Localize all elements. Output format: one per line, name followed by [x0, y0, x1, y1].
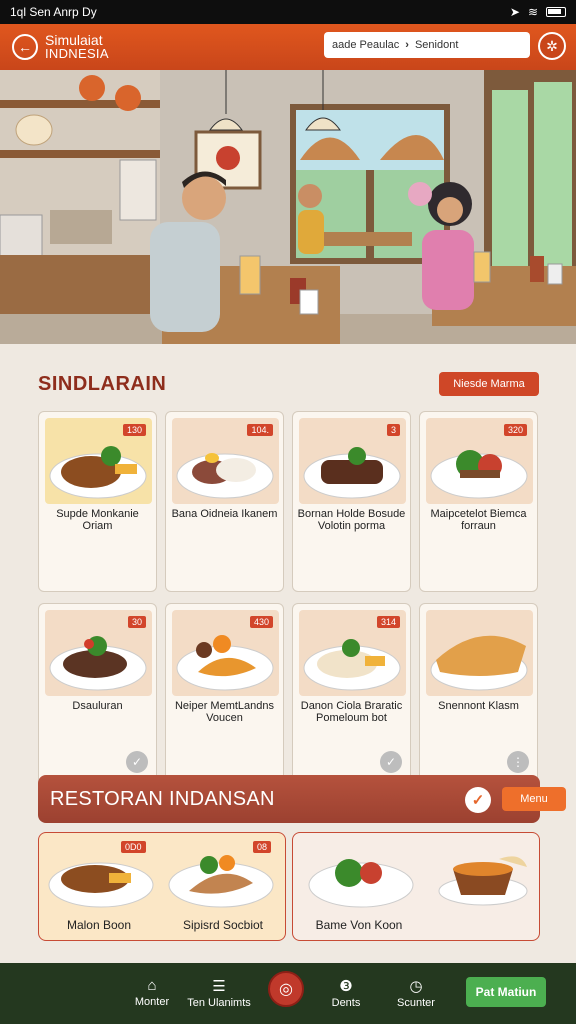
bottom-nav: ⌂ Monter ☰ Ten Ulanimts ◎ ❸ Dents ◷ Scun… — [0, 963, 576, 1024]
price-badge: 430 — [249, 616, 273, 628]
menu-item-name: Snennont Klasm — [438, 700, 519, 712]
price-badge: 30 — [127, 616, 146, 628]
status-icons: ➤ ≋ — [510, 5, 566, 19]
hero-illustration — [0, 70, 576, 344]
status-bar: 1ql Sen Anrp Dy ➤ ≋ — [0, 0, 576, 24]
home-icon: ⌂ — [147, 977, 157, 994]
restaurant-card[interactable]: 0D0 08 Malon Boon Sipisrd Socbiot — [38, 832, 286, 941]
restaurant-title: RESTORAN INDANSAN — [50, 787, 275, 810]
price-badge: 314 — [376, 616, 400, 628]
see-all-button[interactable]: Niesde Marma — [439, 372, 539, 396]
dish-caption: Bame Von Koon — [315, 918, 403, 932]
nav-item-ten-ulanimts[interactable]: ☰ Ten Ulanimts — [186, 977, 252, 1009]
target-icon: ◎ — [279, 981, 293, 998]
battery-icon — [546, 7, 566, 17]
nav-item-dents[interactable]: ❸ Dents — [326, 977, 366, 1009]
clock-icon: ◷ — [409, 978, 423, 995]
nav-label: Ten Ulanimts — [187, 997, 251, 1009]
menu-button[interactable]: Menu — [502, 787, 566, 811]
nav-label: Dents — [331, 997, 361, 1009]
price-badge: 320 — [503, 424, 527, 436]
settings-button[interactable]: ✲ — [538, 32, 566, 60]
brand-subtitle: INDNESIA — [45, 46, 109, 61]
dish-caption: Malon Boon — [66, 918, 132, 932]
menu-card[interactable]: Snennont Klasm ⋮ — [419, 603, 538, 784]
wifi-icon: ≋ — [527, 5, 538, 19]
more-icon[interactable]: ⋮ — [507, 751, 529, 773]
menu-item-name: Supde Monkanie Oriam — [56, 508, 139, 532]
menu-item-name: Bana Oidneia Ikanem — [171, 508, 278, 520]
chevron-right-icon: › — [405, 39, 409, 51]
price-badge: 0D0 — [121, 841, 146, 853]
dish-caption: Sipisrd Socbiot — [182, 918, 264, 932]
food-image — [308, 856, 528, 908]
brand-name: Simulaiat — [45, 32, 103, 48]
menu-card[interactable]: 314 Danon Ciola Braratic Pomeloum bot ✓ — [292, 603, 411, 784]
menu-item-name: Danon Ciola Braratic Pomeloum bot — [300, 700, 403, 724]
restaurant-scene-image — [0, 70, 576, 344]
food-image — [426, 610, 533, 696]
menu-item-name: Maipcetelot Biemca forraun — [430, 508, 527, 532]
price-badge: 104. — [247, 424, 273, 436]
menu-card[interactable]: 430 Neiper MemtLandns Voucen — [165, 603, 284, 784]
location-icon: ➤ — [509, 5, 520, 19]
pin-icon: ❸ — [339, 978, 353, 995]
target-button[interactable]: ◎ — [268, 971, 304, 1007]
check-icon[interactable]: ✓ — [126, 751, 148, 773]
nav-label: Monter — [134, 996, 170, 1008]
food-image — [48, 855, 274, 908]
list-icon: ☰ — [212, 978, 226, 995]
menu-card[interactable]: 30 Dsauluran ✓ — [38, 603, 157, 784]
price-badge: 3 — [386, 424, 400, 436]
status-time: 1ql Sen Anrp Dy — [10, 5, 97, 19]
back-icon[interactable]: ← — [12, 34, 38, 60]
menu-card[interactable]: 3 Bornan Holde Bosude Volotin porma — [292, 411, 411, 592]
menu-item-name: Neiper MemtLandns Voucen — [174, 700, 275, 724]
check-icon[interactable]: ✓ — [380, 751, 402, 773]
section-title: SINDLARAIN — [38, 373, 167, 395]
menu-item-name: Dsauluran — [72, 700, 123, 712]
brand: Simulaiat INDNESIA — [45, 33, 109, 61]
nav-item-scunter[interactable]: ◷ Scunter — [394, 977, 438, 1009]
nav-label: Scunter — [397, 997, 435, 1009]
nav-item-monter[interactable]: ⌂ Monter — [130, 977, 174, 1008]
restaurant-banner: RESTORAN INDANSAN ✓ Menu — [38, 775, 566, 823]
app-header: ← Simulaiat INDNESIA aade Peaulac › Seni… — [0, 24, 576, 70]
cta-button[interactable]: Pat Matiun — [466, 977, 546, 1007]
price-badge: 08 — [253, 841, 272, 853]
price-badge: 130 — [122, 424, 146, 436]
dots-icon: ✲ — [546, 37, 558, 54]
menu-grid: 130 Supde Monkanie Oriam 104. Bana Oidne… — [38, 411, 540, 784]
search-right-text: Senidont — [414, 39, 459, 51]
check-icon[interactable]: ✓ — [465, 787, 491, 813]
restaurant-card[interactable]: Bame Von Koon — [292, 832, 540, 941]
menu-card[interactable]: 130 Supde Monkanie Oriam — [38, 411, 157, 592]
menu-item-name: Bornan Holde Bosude Volotin porma — [297, 508, 406, 532]
menu-card[interactable]: 320 Maipcetelot Biemca forraun — [419, 411, 538, 592]
menu-card[interactable]: 104. Bana Oidneia Ikanem — [165, 411, 284, 592]
search-input[interactable]: aade Peaulac › Senidont — [324, 32, 530, 58]
search-left-text: aade Peaulac — [332, 39, 400, 51]
